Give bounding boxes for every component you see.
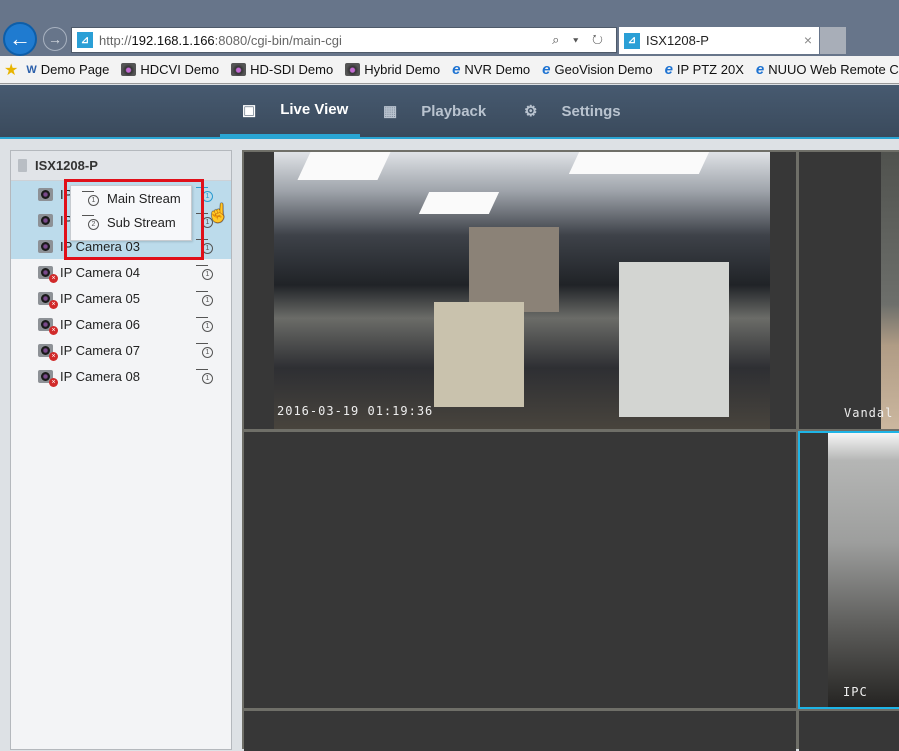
camera-feed-office bbox=[274, 152, 770, 429]
browser-tab[interactable]: ⊿ ISX1208-P × bbox=[619, 27, 819, 54]
camera-item[interactable]: × IP Camera 08 1 bbox=[11, 363, 231, 389]
osd-camera-label: IPC bbox=[843, 685, 868, 699]
stream-select-icon[interactable]: 1 bbox=[196, 342, 214, 358]
camera-feed-vandal bbox=[881, 152, 899, 429]
tab-favicon-icon: ⊿ bbox=[624, 32, 640, 49]
camera-item[interactable]: × IP Camera 05 1 bbox=[11, 285, 231, 311]
camera-item[interactable]: × IP Camera 07 1 bbox=[11, 337, 231, 363]
favorite-hybrid-demo[interactable]: Hybrid Demo bbox=[341, 62, 440, 77]
video-pane-6[interactable] bbox=[799, 711, 899, 751]
stream-select-icon[interactable]: 1 bbox=[196, 264, 214, 280]
video-pane-3[interactable] bbox=[244, 432, 796, 708]
ie-icon: e bbox=[542, 61, 551, 78]
favorites-bar: ★ W Demo Page HDCVI Demo HD-SDI Demo Hybr… bbox=[0, 56, 899, 84]
w-icon: W bbox=[26, 63, 37, 76]
camera-offline-icon: × bbox=[38, 291, 58, 309]
camera-feed-ipc bbox=[828, 433, 899, 707]
camera-offline-icon: × bbox=[38, 343, 58, 361]
camera-icon bbox=[231, 63, 247, 76]
favorite-hdcvi-demo[interactable]: HDCVI Demo bbox=[117, 62, 219, 77]
camera-online-icon bbox=[38, 239, 53, 253]
camera-offline-icon: × bbox=[38, 317, 58, 335]
tab-live-view[interactable]: ▣ Live View bbox=[220, 85, 360, 137]
app-header: ▣ Live View ▦ Playback ⚙ Settings bbox=[0, 85, 899, 139]
favorite-nuuo-web-remote-client[interactable]: eNUUO Web Remote Client bbox=[752, 61, 899, 78]
monitor-icon: ▣ bbox=[242, 101, 257, 119]
film-icon: ▦ bbox=[383, 103, 398, 120]
tab-settings[interactable]: ⚙ Settings bbox=[524, 85, 621, 137]
favorites-star-icon[interactable]: ★ bbox=[4, 60, 18, 80]
search-refresh-icons[interactable]: ⌕ ▾ ↻ bbox=[552, 32, 608, 48]
video-pane-5[interactable] bbox=[244, 711, 796, 751]
address-bar[interactable]: ⊿ http://192.168.1.166:8080/cgi-bin/main… bbox=[71, 27, 617, 53]
hand-cursor-icon: ☝ bbox=[207, 203, 230, 223]
favorite-demo-page[interactable]: W Demo Page bbox=[22, 62, 109, 77]
forward-button[interactable]: → bbox=[43, 27, 67, 51]
favorite-ip-ptz-20x[interactable]: e IP PTZ 20X bbox=[661, 61, 744, 78]
camera-item[interactable]: × IP Camera 06 1 bbox=[11, 311, 231, 337]
nvr-device-icon bbox=[18, 159, 27, 172]
device-node[interactable]: ISX1208-P bbox=[11, 151, 231, 181]
favorite-geovision-demo[interactable]: e GeoVision Demo bbox=[538, 61, 652, 78]
ie-icon: e bbox=[664, 61, 673, 78]
back-button[interactable]: ← bbox=[3, 22, 37, 56]
camera-icon bbox=[345, 63, 361, 76]
stream-select-icon[interactable]: 1 bbox=[196, 290, 214, 306]
ie-icon: e bbox=[755, 61, 765, 78]
tab-playback[interactable]: ▦ Playback bbox=[383, 85, 486, 137]
url-prefix: http:// bbox=[99, 32, 132, 48]
video-pane-4[interactable]: IPC bbox=[798, 431, 899, 709]
camera-offline-icon: × bbox=[38, 265, 58, 283]
favorite-hd-sdi-demo[interactable]: HD-SDI Demo bbox=[227, 62, 333, 77]
video-pane-1[interactable]: 2016-03-19 01:19:36 bbox=[244, 152, 796, 429]
stream-select-icon[interactable]: 1 bbox=[196, 316, 214, 332]
camera-item[interactable]: × IP Camera 04 1 bbox=[11, 259, 231, 285]
video-wall: 2016-03-19 01:19:36 Vandal IPC bbox=[242, 150, 899, 751]
site-favicon-icon: ⊿ bbox=[77, 32, 93, 48]
video-pane-2[interactable]: Vandal bbox=[799, 152, 899, 429]
favorite-nvr-demo[interactable]: e NVR Demo bbox=[448, 61, 530, 78]
osd-camera-label: Vandal bbox=[844, 406, 894, 420]
url-path: :8080/cgi-bin/main-cgi bbox=[214, 32, 342, 48]
url-host: 192.168.1.166 bbox=[131, 32, 215, 48]
ie-icon: e bbox=[452, 61, 461, 78]
camera-online-icon bbox=[38, 213, 53, 227]
tab-title: ISX1208-P bbox=[646, 33, 709, 48]
stream-select-icon[interactable]: 1 bbox=[196, 368, 214, 384]
osd-timestamp: 2016-03-19 01:19:36 bbox=[277, 404, 434, 418]
forward-arrow-icon: → bbox=[48, 31, 62, 47]
camera-offline-icon: × bbox=[38, 369, 58, 387]
new-tab-button[interactable] bbox=[820, 27, 846, 54]
tab-close-icon[interactable]: × bbox=[804, 32, 812, 48]
camera-online-icon bbox=[38, 187, 53, 201]
camera-icon bbox=[121, 63, 137, 76]
gear-icon: ⚙ bbox=[524, 103, 538, 120]
browser-toolbar: ← → ⊿ http://192.168.1.166:8080/cgi-bin/… bbox=[0, 0, 899, 56]
back-arrow-icon: ← bbox=[9, 26, 31, 51]
annotation-highlight-box bbox=[64, 179, 204, 260]
